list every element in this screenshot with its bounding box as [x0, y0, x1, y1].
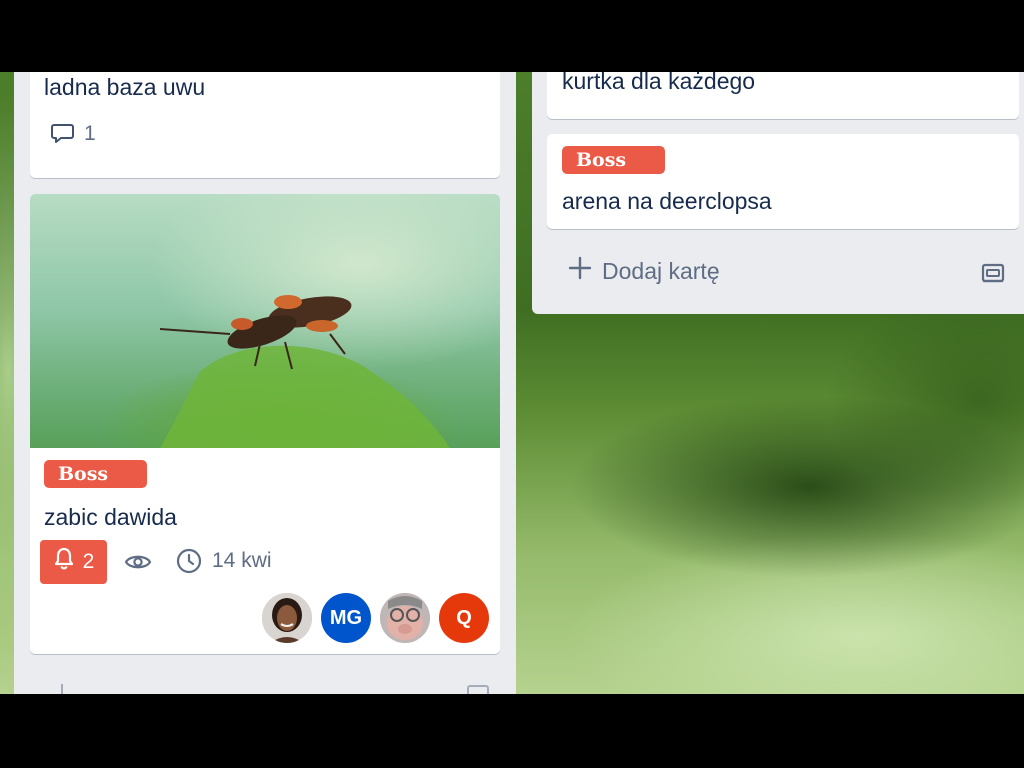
card-title: kurtka dla każdego	[562, 72, 756, 94]
card-template-icon	[981, 263, 1005, 283]
card-template-icon	[467, 685, 489, 694]
member-avatar[interactable]: MG	[321, 593, 371, 643]
add-card-label: Dodaj kartę	[602, 257, 720, 284]
board-canvas: ladna baza uwu 1 Boss zabic dawida 2 14 …	[0, 72, 1024, 694]
card[interactable]: Boss arena na deerclopsa	[547, 134, 1019, 229]
comments-badge: 1	[50, 122, 96, 146]
card-label-boss[interactable]: Boss	[44, 460, 147, 488]
eye-icon	[124, 551, 152, 578]
comment-icon	[50, 122, 76, 146]
member-initials: MG	[329, 607, 363, 629]
notifications-badge[interactable]: 2	[40, 540, 107, 584]
card-title: ladna baza uwu	[44, 74, 206, 100]
card-title: arena na deerclopsa	[562, 188, 772, 214]
card-template-button[interactable]	[980, 261, 1008, 289]
clock-icon	[176, 548, 202, 574]
card[interactable]: kurtka dla każdego	[547, 72, 1019, 119]
comments-count: 1	[84, 122, 96, 145]
plus-icon	[568, 256, 592, 286]
plus-icon	[61, 684, 63, 694]
member-initials: Q	[456, 607, 472, 629]
card[interactable]: Boss zabic dawida 2 14 kwi MG Q	[30, 194, 500, 654]
member-avatar[interactable]	[380, 593, 430, 643]
card-cover-image	[30, 194, 500, 448]
add-card-button[interactable]: Dodaj kartę	[568, 256, 720, 286]
card-label-boss[interactable]: Boss	[562, 146, 665, 174]
list-column: kurtka dla każdego Boss arena na deerclo…	[532, 72, 1024, 314]
list-column: ladna baza uwu 1 Boss zabic dawida 2 14 …	[14, 72, 516, 694]
due-date-badge[interactable]: 14 kwi	[176, 548, 272, 574]
notifications-count: 2	[82, 550, 95, 573]
card-title: zabic dawida	[44, 504, 177, 530]
bell-icon	[53, 547, 75, 577]
add-card-button[interactable]	[50, 680, 490, 694]
card[interactable]: ladna baza uwu 1	[30, 72, 500, 178]
member-avatar[interactable]: Q	[439, 593, 489, 643]
member-avatar[interactable]	[262, 593, 312, 643]
due-date-text: 14 kwi	[212, 549, 272, 572]
